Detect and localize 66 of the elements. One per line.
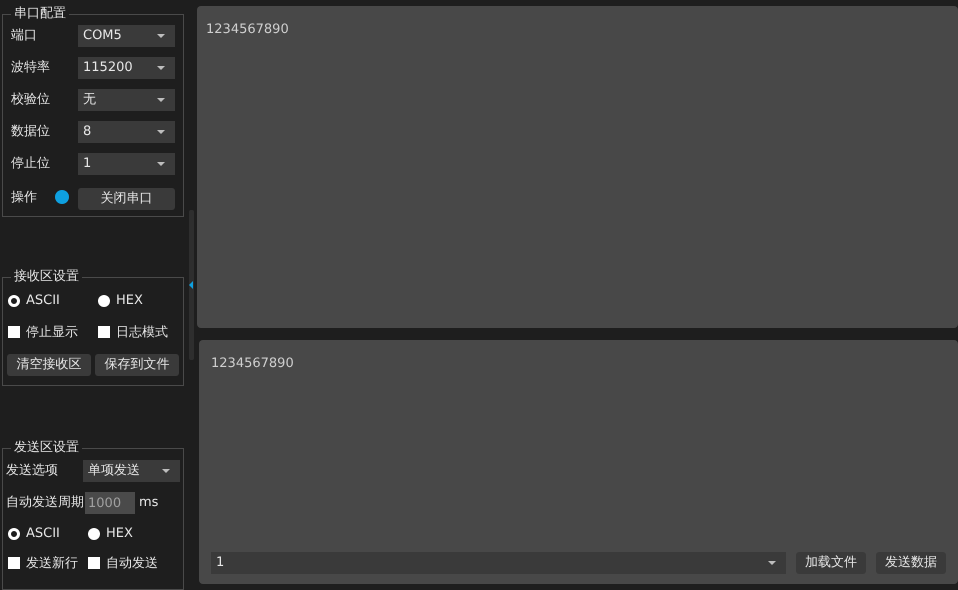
checkbox-option[interactable]: 发送新行 bbox=[8, 554, 88, 573]
field-label: 校验位 bbox=[11, 91, 50, 110]
send-history-dropdown[interactable]: 1 bbox=[211, 552, 786, 574]
field-label: 波特率 bbox=[11, 59, 50, 78]
dropdown-caret-icon bbox=[157, 34, 165, 38]
action-button[interactable]: 加载文件 bbox=[796, 552, 866, 574]
checkbox-label: 日志模式 bbox=[116, 324, 168, 342]
dropdown-value: 1 bbox=[216, 554, 224, 572]
checkbox[interactable] bbox=[8, 557, 20, 570]
receive-text-area[interactable]: 1234567890 bbox=[197, 6, 958, 328]
field-label: 发送选项 bbox=[6, 462, 58, 480]
radio-label: ASCII bbox=[26, 292, 60, 310]
radio-option[interactable]: ASCII bbox=[8, 524, 88, 544]
dropdown-caret-icon bbox=[157, 130, 165, 134]
radio-button[interactable] bbox=[8, 294, 20, 307]
radio-option[interactable]: ASCII bbox=[8, 291, 98, 310]
dropdown-value: COM5 bbox=[83, 27, 122, 46]
field-label: 数据位 bbox=[11, 123, 50, 142]
radio-button[interactable] bbox=[98, 294, 110, 307]
radio-option[interactable]: HEX bbox=[98, 291, 179, 310]
received-text: 1234567890 bbox=[206, 22, 289, 37]
dropdown-caret-icon bbox=[157, 66, 165, 70]
dropdown[interactable]: 8 bbox=[78, 121, 175, 143]
dropdown-value: 8 bbox=[83, 123, 92, 142]
checkbox-label: 发送新行 bbox=[26, 554, 78, 572]
dropdown-caret-icon bbox=[768, 561, 776, 565]
dropdown-caret-icon bbox=[157, 162, 165, 166]
splitter-handle[interactable] bbox=[189, 210, 194, 360]
checkbox-label: 自动发送 bbox=[106, 554, 158, 572]
dropdown-value: 1 bbox=[83, 155, 92, 174]
checkbox-option[interactable]: 停止显示 bbox=[8, 322, 98, 342]
action-button[interactable]: 清空接收区 bbox=[7, 354, 91, 376]
unit-label: ms bbox=[139, 494, 158, 512]
checkbox-option[interactable]: 日志模式 bbox=[98, 322, 179, 342]
field-label: 停止位 bbox=[11, 155, 50, 174]
field-label: 操作 bbox=[11, 188, 38, 207]
dropdown-value: 无 bbox=[83, 91, 96, 110]
dropdown-value: 115200 bbox=[83, 59, 133, 78]
group-title: 接收区设置 bbox=[11, 269, 82, 285]
dropdown[interactable]: COM5 bbox=[78, 25, 175, 47]
field-label: 自动发送周期 bbox=[6, 494, 84, 512]
group-title: 串口配置 bbox=[11, 6, 69, 22]
checkbox[interactable] bbox=[98, 326, 110, 338]
checkbox[interactable] bbox=[8, 326, 20, 338]
dropdown-caret-icon bbox=[162, 469, 170, 473]
dropdown[interactable]: 115200 bbox=[78, 57, 175, 79]
action-button[interactable]: 保存到文件 bbox=[95, 354, 179, 376]
radio-label: HEX bbox=[116, 292, 143, 310]
dropdown[interactable]: 无 bbox=[78, 89, 175, 111]
send-text[interactable]: 1234567890 bbox=[211, 354, 946, 374]
radio-button[interactable] bbox=[8, 528, 20, 540]
radio-label: ASCII bbox=[26, 525, 60, 543]
dropdown[interactable]: 单项发送 bbox=[83, 460, 180, 482]
dropdown[interactable]: 1 bbox=[78, 153, 175, 175]
radio-button[interactable] bbox=[88, 528, 100, 540]
action-button[interactable]: 发送数据 bbox=[876, 552, 946, 574]
dropdown-caret-icon bbox=[157, 98, 165, 102]
field-label: 端口 bbox=[11, 27, 37, 46]
collapse-arrow-icon[interactable] bbox=[189, 281, 193, 289]
checkbox-option[interactable]: 自动发送 bbox=[88, 554, 180, 573]
checkbox[interactable] bbox=[88, 557, 100, 570]
action-button[interactable]: 关闭串口 bbox=[78, 188, 175, 210]
radio-option[interactable]: HEX bbox=[88, 524, 180, 544]
radio-label: HEX bbox=[106, 525, 133, 543]
checkbox-label: 停止显示 bbox=[26, 324, 78, 342]
dropdown-value: 单项发送 bbox=[88, 462, 140, 480]
